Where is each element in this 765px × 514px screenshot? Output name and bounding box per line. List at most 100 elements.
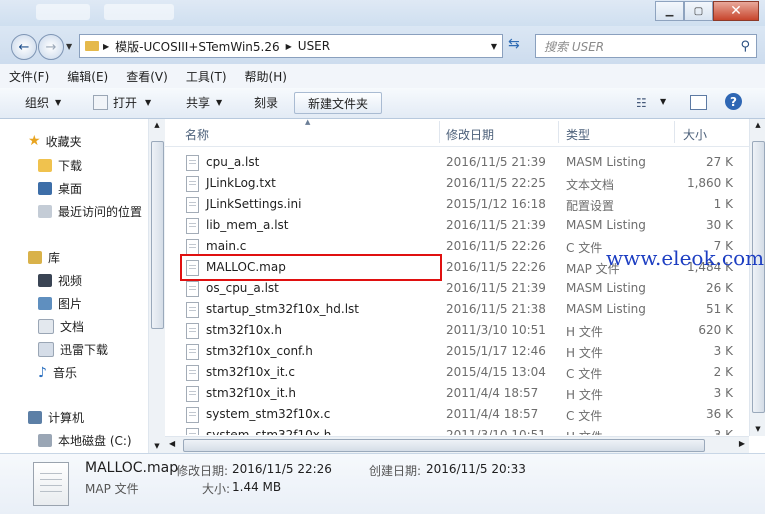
column-divider[interactable] xyxy=(558,121,559,143)
column-header-type[interactable]: 类型 xyxy=(566,126,590,143)
detail-size-label: 大小: xyxy=(202,482,231,496)
file-size: 26 K xyxy=(706,281,733,295)
sidebar-item-label: 最近访问的位置 xyxy=(58,205,143,219)
file-date: 2011/3/10 10:51 xyxy=(446,323,546,337)
sidebar-item-thunder-downloads[interactable]: 迅雷下载 xyxy=(38,341,108,358)
help-icon[interactable]: ? xyxy=(725,93,742,110)
column-header-size[interactable]: 大小 xyxy=(683,126,707,143)
menu-view[interactable]: 查看(V) xyxy=(117,68,177,85)
file-row[interactable]: stm32f10x_it.h 2011/4/4 18:57 H 文件 3 K xyxy=(165,383,749,404)
file-icon xyxy=(186,365,199,381)
breadcrumb-chevron-icon[interactable]: ▶ xyxy=(286,42,292,51)
window-titlebar[interactable]: ▁ ▢ ✕ xyxy=(0,0,765,26)
sidebar-item-pictures[interactable]: 图片 xyxy=(38,295,82,312)
file-icon xyxy=(186,155,199,171)
file-row[interactable]: system_stm32f10x.c 2011/4/4 18:57 C 文件 36 K xyxy=(165,404,749,425)
address-dropdown-icon[interactable]: ▼ xyxy=(491,42,497,51)
menu-tools[interactable]: 工具(T) xyxy=(177,68,236,85)
sidebar-item-downloads[interactable]: 下载 xyxy=(38,157,82,174)
file-row[interactable]: startup_stm32f10x_hd.lst 2016/11/5 21:38 M… xyxy=(165,299,749,320)
new-folder-label: 新建文件夹 xyxy=(307,96,368,111)
column-divider[interactable] xyxy=(674,121,675,143)
file-row[interactable]: JLinkLog.txt 2016/11/5 22:25 文本文档 1,860 K xyxy=(165,173,749,194)
search-input[interactable]: 搜索 USER xyxy=(544,38,740,55)
file-name: JLinkSettings.ini xyxy=(206,197,302,211)
burn-button[interactable]: 刻录 xyxy=(254,94,278,111)
documents-icon xyxy=(38,319,54,334)
column-header-date[interactable]: 修改日期 xyxy=(446,126,494,143)
preview-pane-icon[interactable] xyxy=(690,95,707,110)
sidebar-item-documents[interactable]: 文档 xyxy=(38,318,84,335)
sidebar-scrollbar[interactable]: ▲ ▼ xyxy=(148,119,165,453)
file-row[interactable]: JLinkSettings.ini 2015/1/12 16:18 配置设置 1 K xyxy=(165,194,749,215)
scroll-left-icon[interactable]: ◀ xyxy=(169,439,175,448)
file-icon xyxy=(186,281,199,297)
file-row[interactable]: stm32f10x_it.c 2015/4/15 13:04 C 文件 2 K xyxy=(165,362,749,383)
scroll-up-icon[interactable]: ▲ xyxy=(750,119,765,129)
file-row[interactable]: stm32f10x.h 2011/3/10 10:51 H 文件 620 K xyxy=(165,320,749,341)
sidebar-item-label: 迅雷下载 xyxy=(60,343,109,357)
pictures-icon xyxy=(38,297,52,310)
scrollbar-thumb[interactable] xyxy=(151,141,164,329)
file-row[interactable]: lib_mem_a.lst 2016/11/5 21:39 MASM Listing… xyxy=(165,215,749,236)
address-bar[interactable]: ▶ 模版-UCOSIII+STemWin5.26 ▶ USER ▼ xyxy=(79,34,503,58)
video-icon xyxy=(38,274,52,287)
sidebar-item-music[interactable]: ♪ 音乐 xyxy=(38,364,77,381)
file-row[interactable]: system_stm32f10x.h 2011/3/10 10:51 H 文件 3 K xyxy=(165,425,749,435)
file-row[interactable]: cpu_a.lst 2016/11/5 21:39 MASM Listing 27 K xyxy=(165,152,749,173)
file-date: 2016/11/5 21:39 xyxy=(446,155,546,169)
search-box[interactable]: 搜索 USER ⚲ xyxy=(535,34,757,58)
scroll-right-icon[interactable]: ▶ xyxy=(739,439,745,448)
file-size: 3 K xyxy=(713,386,733,400)
sidebar-item-videos[interactable]: 视频 xyxy=(38,272,82,289)
file-type: C 文件 xyxy=(566,241,603,255)
breadcrumb-item[interactable]: USER xyxy=(298,39,330,53)
chevron-down-icon[interactable]: ▼ xyxy=(660,97,666,106)
organize-button[interactable]: 组织 ▼ xyxy=(25,94,61,111)
sidebar-item-label: 下载 xyxy=(58,159,83,173)
column-header-name[interactable]: 名称 xyxy=(185,126,209,143)
new-folder-button[interactable]: 新建文件夹 xyxy=(294,92,382,114)
sidebar-libraries[interactable]: 库 xyxy=(28,249,60,266)
menu-help[interactable]: 帮助(H) xyxy=(236,68,296,85)
scroll-down-icon[interactable]: ▼ xyxy=(149,442,165,450)
breadcrumb-item[interactable]: 模版-UCOSIII+STemWin5.26 xyxy=(115,38,279,55)
scrollbar-thumb[interactable] xyxy=(183,439,705,452)
refresh-icon[interactable]: ⇆ xyxy=(508,36,520,52)
menu-edit[interactable]: 编辑(E) xyxy=(58,68,117,85)
forward-button[interactable]: → xyxy=(38,34,64,60)
file-list-horizontal-scrollbar[interactable]: ◀ ▶ xyxy=(165,436,749,454)
file-row[interactable]: stm32f10x_conf.h 2015/1/17 12:46 H 文件 3 K xyxy=(165,341,749,362)
minimize-button[interactable]: ▁ xyxy=(655,1,684,21)
sort-ascending-icon: ▲ xyxy=(305,118,311,126)
file-type: H 文件 xyxy=(566,428,603,435)
chevron-down-icon: ▼ xyxy=(216,98,223,107)
breadcrumb-chevron-icon[interactable]: ▶ xyxy=(103,42,109,51)
open-button[interactable]: 打开 ▼ xyxy=(93,94,151,111)
view-options-icon[interactable]: ☷ xyxy=(636,96,647,110)
maximize-button[interactable]: ▢ xyxy=(684,1,713,21)
scroll-down-icon[interactable]: ▼ xyxy=(750,425,765,433)
file-size: 27 K xyxy=(706,155,733,169)
scroll-up-icon[interactable]: ▲ xyxy=(149,119,165,129)
file-icon xyxy=(186,407,199,423)
recent-places-icon xyxy=(38,205,52,218)
file-list-vertical-scrollbar[interactable]: ▲ ▼ xyxy=(749,119,765,436)
history-dropdown-icon[interactable]: ▼ xyxy=(66,42,72,51)
scrollbar-thumb[interactable] xyxy=(752,141,765,413)
back-button[interactable]: ← xyxy=(11,34,37,60)
column-divider[interactable] xyxy=(439,121,440,143)
file-size: 1,860 K xyxy=(686,176,733,190)
sidebar-computer[interactable]: 计算机 xyxy=(28,409,84,426)
file-type: C 文件 xyxy=(566,409,603,423)
sidebar-favorites[interactable]: ★ 收藏夹 xyxy=(28,133,82,149)
sidebar-item-local-disk-c[interactable]: 本地磁盘 (C:) xyxy=(38,432,132,449)
file-row[interactable]: os_cpu_a.lst 2016/11/5 21:39 MASM Listing 2… xyxy=(165,278,749,299)
menu-file[interactable]: 文件(F) xyxy=(0,68,58,85)
sidebar-item-recent-places[interactable]: 最近访问的位置 xyxy=(38,203,142,220)
file-type: MASM Listing xyxy=(566,155,646,169)
back-arrow-icon: ← xyxy=(18,39,30,55)
sidebar-item-desktop[interactable]: 桌面 xyxy=(38,180,82,197)
close-button[interactable]: ✕ xyxy=(713,1,759,21)
share-button[interactable]: 共享 ▼ xyxy=(186,94,222,111)
